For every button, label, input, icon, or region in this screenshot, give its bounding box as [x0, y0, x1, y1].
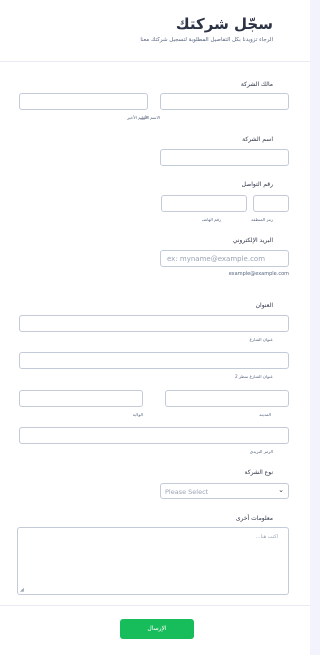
zip-field[interactable]: [19, 427, 289, 444]
street-address-field[interactable]: [19, 315, 289, 332]
phone-number-field[interactable]: [161, 195, 247, 212]
chevron-down-icon: ⌄: [278, 486, 284, 494]
other-info-placeholder: اكتب هنا...: [255, 534, 278, 540]
company-type-selected: Please Select: [165, 488, 209, 496]
form-card: سجّل شركتك الرجاء تزويدنا بكل التفاصيل ا…: [0, 0, 310, 655]
owner-label: مالك الشركة: [240, 81, 273, 88]
other-info-textarea[interactable]: اكتب هنا... ◢: [17, 527, 289, 595]
phone-number-sublabel: رقم الهاتف: [201, 217, 221, 222]
zip-sublabel: الرمز البريدي: [249, 449, 273, 454]
submit-button[interactable]: الإرسال: [120, 619, 194, 639]
area-code-sublabel: رمز المنطقة: [251, 217, 273, 222]
company-name-label: اسم الشركة: [242, 136, 273, 143]
street-address-2-field[interactable]: [19, 352, 289, 369]
city-sublabel: المدينة: [259, 412, 271, 417]
company-type-select[interactable]: Please Select ⌄: [160, 483, 289, 499]
company-name-field[interactable]: [160, 149, 289, 166]
email-hint: example@example.com: [228, 271, 289, 277]
city-field[interactable]: [165, 390, 289, 407]
address-label: العنوان: [255, 302, 273, 309]
email-label: البريد الإلكتروني: [232, 237, 273, 244]
phone-label: رقم التواصل: [241, 181, 273, 188]
form-subtitle: الرجاء تزويدنا بكل التفاصيل المطلوبة لتس…: [140, 37, 273, 43]
street-address-sublabel: عنوان الشارع: [249, 337, 273, 342]
first-name-field[interactable]: [160, 93, 289, 110]
last-name-field[interactable]: [19, 93, 148, 110]
state-sublabel: الولاية: [132, 412, 143, 417]
resize-handle-icon[interactable]: ◢: [20, 587, 24, 593]
street-address-2-sublabel: عنوان الشارع سطر 2: [234, 374, 273, 379]
email-placeholder: ex: myname@example.com: [167, 255, 266, 263]
company-type-label: نوع الشركة: [244, 469, 274, 476]
last-name-sublabel: الاسم الأخير: [127, 115, 148, 120]
footer-divider: [0, 605, 310, 606]
form-header: سجّل شركتك الرجاء تزويدنا بكل التفاصيل ا…: [0, 0, 310, 62]
state-field[interactable]: [19, 390, 143, 407]
other-info-label: معلومات أخرى: [235, 515, 273, 522]
email-field[interactable]: ex: myname@example.com: [160, 250, 289, 267]
form-title: سجّل شركتك: [175, 15, 273, 33]
area-code-field[interactable]: [253, 195, 289, 212]
